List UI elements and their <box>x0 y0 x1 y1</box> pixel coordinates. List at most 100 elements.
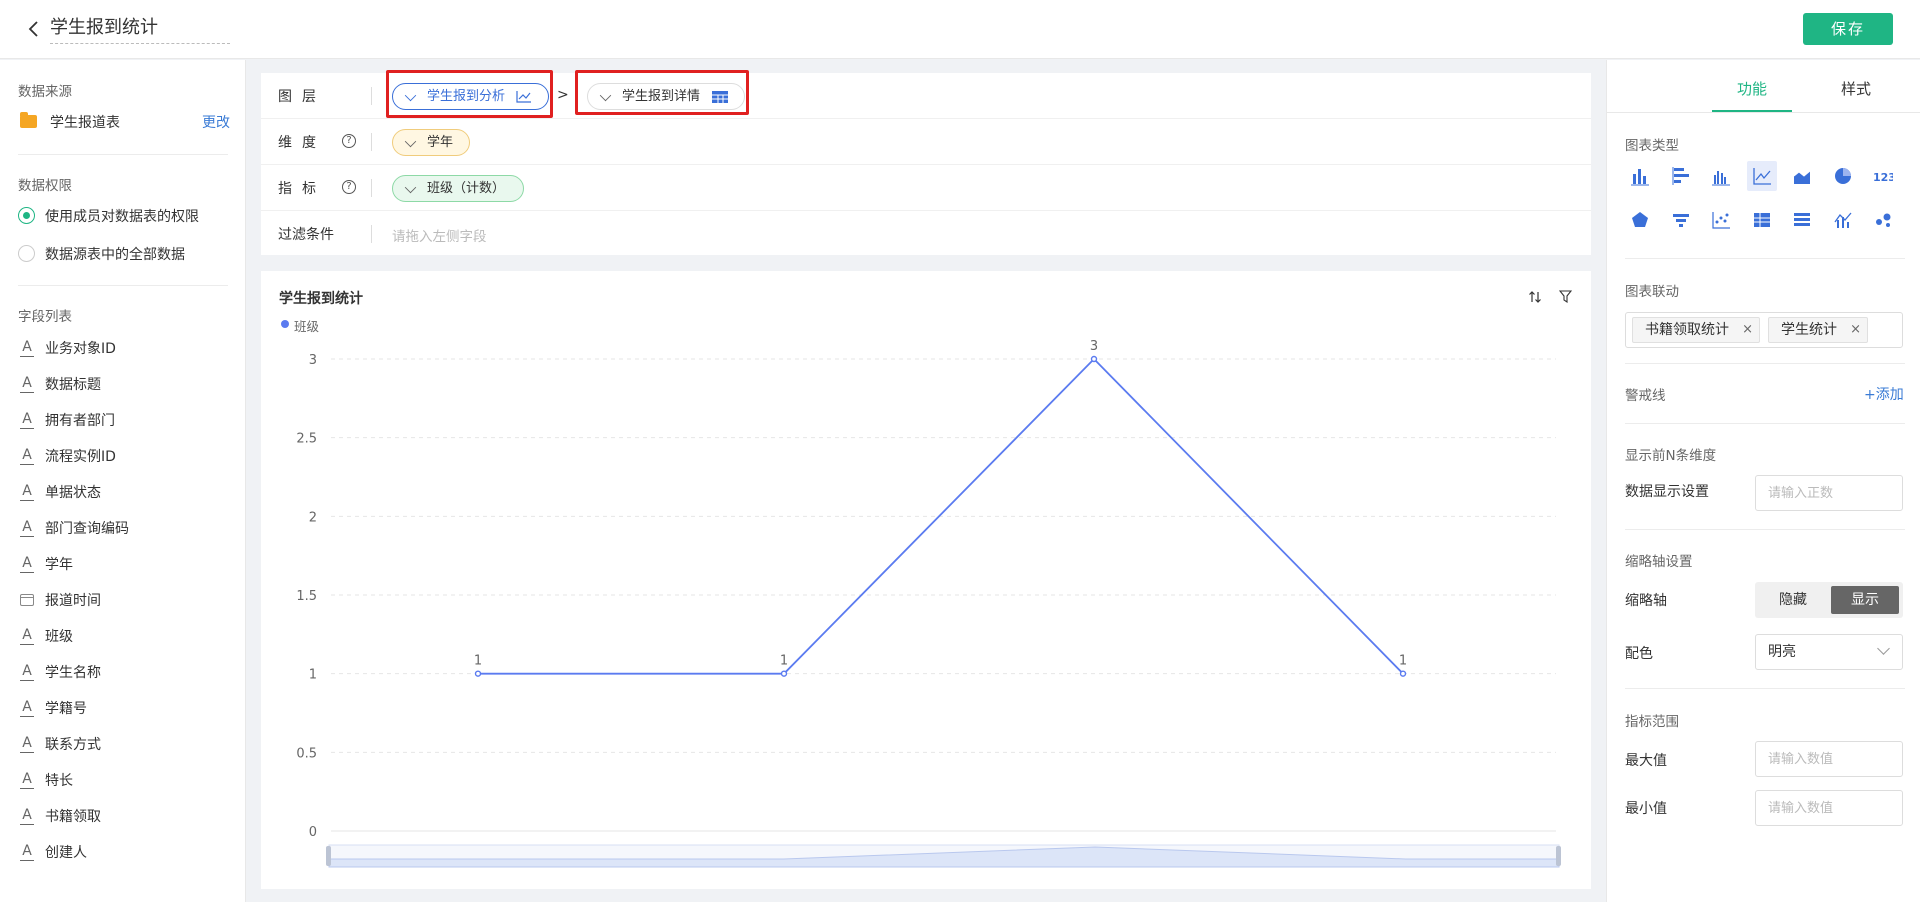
permission-option-member[interactable]: 使用成员对数据表的权限 <box>18 206 238 226</box>
metric-pill[interactable]: 班级（计数） <box>392 175 524 202</box>
warning-line-title: 警戒线 <box>1625 388 1666 404</box>
text-field-icon: A <box>20 555 34 573</box>
text-field-icon: A <box>20 735 34 753</box>
radar-chart-icon[interactable] <box>1625 205 1655 235</box>
filter-drop-zone[interactable]: 请拖入左侧字段 <box>392 225 487 245</box>
layer-pill-detail[interactable]: 学生报到详情 <box>587 83 745 110</box>
field-item[interactable]: A 学籍号 <box>18 697 228 719</box>
thumb-axis-hide-option[interactable]: 隐藏 <box>1759 586 1827 614</box>
combo-chart-icon[interactable] <box>1828 205 1858 235</box>
field-item[interactable]: A 流程实例ID <box>18 445 228 467</box>
text-field-icon: A <box>20 699 34 717</box>
radio-label: 数据源表中的全部数据 <box>45 247 185 263</box>
color-scheme-select[interactable]: 明亮 <box>1755 634 1903 670</box>
field-label: 业务对象ID <box>45 341 116 357</box>
field-item[interactable]: A 学年 <box>18 553 228 575</box>
table-icon <box>712 91 728 103</box>
linkage-tag-box[interactable]: 书籍领取统计 × 学生统计 × <box>1625 312 1903 348</box>
field-item[interactable]: A 部门查询编码 <box>18 517 228 539</box>
field-item[interactable]: A 拥有者部门 <box>18 409 228 431</box>
permission-option-all[interactable]: 数据源表中的全部数据 <box>18 244 238 264</box>
min-value-input[interactable] <box>1755 790 1903 826</box>
max-value-input[interactable] <box>1755 741 1903 777</box>
config-panel: 图层 学生报到分析 > 学生报到详情 维度 ? 学年 指标 ? 班级（计数） 过… <box>261 73 1591 255</box>
topn-title: 显示前N条维度 <box>1625 448 1717 464</box>
tab-style[interactable]: 样式 <box>1816 78 1896 112</box>
text-field-icon: A <box>20 411 34 429</box>
field-item[interactable]: A 数据标题 <box>18 373 228 395</box>
back-arrow-icon[interactable] <box>26 19 42 39</box>
save-button[interactable]: 保存 <box>1803 13 1893 45</box>
data-label: 1 <box>474 654 482 669</box>
thumb-axis-toggle: 隐藏 显示 <box>1755 582 1903 618</box>
horizontal-bar-icon[interactable] <box>1666 161 1696 191</box>
help-icon[interactable]: ? <box>342 180 356 194</box>
close-icon[interactable]: × <box>1850 318 1861 342</box>
y-tick-label: 2 <box>309 510 317 525</box>
text-field-icon: A <box>20 375 34 393</box>
datasource-row: 学生报道表 更改 <box>18 112 230 132</box>
field-label: 联系方式 <box>45 737 101 753</box>
tab-function[interactable]: 功能 <box>1712 78 1792 112</box>
data-label: 1 <box>780 654 788 669</box>
area-chart-icon[interactable] <box>1787 161 1817 191</box>
chevron-down-icon <box>404 89 417 102</box>
linkage-tag[interactable]: 学生统计 × <box>1768 317 1868 343</box>
line-chart-icon[interactable] <box>1746 161 1777 191</box>
data-point <box>1399 670 1407 677</box>
metric-row: 指标 ? 班级（计数） <box>261 165 1591 211</box>
datasource-name: 学生报道表 <box>50 115 120 131</box>
field-item[interactable]: 报道时间 <box>18 589 228 611</box>
topn-input[interactable] <box>1755 475 1903 511</box>
divider <box>1625 688 1905 689</box>
layer-name: 学生报到详情 <box>622 89 701 104</box>
thumb-axis-label: 缩略轴 <box>1625 593 1667 609</box>
help-icon[interactable]: ? <box>342 134 356 148</box>
field-item[interactable]: A 创建人 <box>18 841 228 863</box>
separator <box>371 225 372 243</box>
pie-chart-icon[interactable] <box>1828 161 1858 191</box>
radio-unchecked[interactable] <box>18 245 35 262</box>
scatter-chart-icon[interactable] <box>1706 205 1736 235</box>
topn-label: 数据显示设置 <box>1625 484 1709 500</box>
data-point <box>780 670 788 677</box>
metric-label: 指标 <box>278 181 326 197</box>
radio-checked[interactable] <box>18 207 35 224</box>
y-tick-label: 3 <box>309 353 317 368</box>
field-item[interactable]: A 联系方式 <box>18 733 228 755</box>
layer-pill-analysis[interactable]: 学生报到分析 <box>392 83 549 110</box>
text-field-icon: A <box>20 519 34 537</box>
bar-chart-icon[interactable] <box>1625 161 1655 191</box>
zoom-slider-handle[interactable] <box>1556 846 1561 866</box>
field-item[interactable]: A 学生名称 <box>18 661 228 683</box>
zoom-slider-handle[interactable] <box>326 846 331 866</box>
dimension-label: 维度 <box>278 135 326 151</box>
linkage-tag[interactable]: 书籍领取统计 × <box>1632 317 1760 343</box>
change-datasource-link[interactable]: 更改 <box>202 112 230 132</box>
field-item[interactable]: A 业务对象ID <box>18 337 228 359</box>
chart-type-title: 图表类型 <box>1625 138 1679 154</box>
number-card-icon[interactable]: 123 <box>1868 161 1898 191</box>
separator <box>371 87 372 105</box>
field-item[interactable]: A 班级 <box>18 625 228 647</box>
pivot-table-icon[interactable] <box>1747 205 1777 235</box>
field-item[interactable]: A 特长 <box>18 769 228 791</box>
add-warning-line-link[interactable]: +添加 <box>1864 384 1904 404</box>
field-item[interactable]: A 单据状态 <box>18 481 228 503</box>
text-field-icon: A <box>20 807 34 825</box>
funnel-chart-icon[interactable] <box>1666 205 1696 235</box>
line-chart-icon <box>516 91 531 103</box>
linkage-tag-label: 学生统计 <box>1781 322 1837 338</box>
detail-table-icon[interactable] <box>1787 205 1817 235</box>
map-chart-icon[interactable] <box>1868 205 1898 235</box>
grouped-bar-icon[interactable] <box>1706 161 1736 191</box>
thumb-axis-show-option[interactable]: 显示 <box>1831 586 1899 614</box>
close-icon[interactable]: × <box>1742 318 1753 342</box>
dimension-value: 学年 <box>427 135 454 150</box>
page-title[interactable]: 学生报到统计 <box>50 14 230 44</box>
color-label: 配色 <box>1625 646 1653 662</box>
field-item[interactable]: A 书籍领取 <box>18 805 228 827</box>
divider <box>1625 423 1905 424</box>
y-tick-label: 0 <box>309 825 317 840</box>
dimension-pill[interactable]: 学年 <box>392 129 470 156</box>
